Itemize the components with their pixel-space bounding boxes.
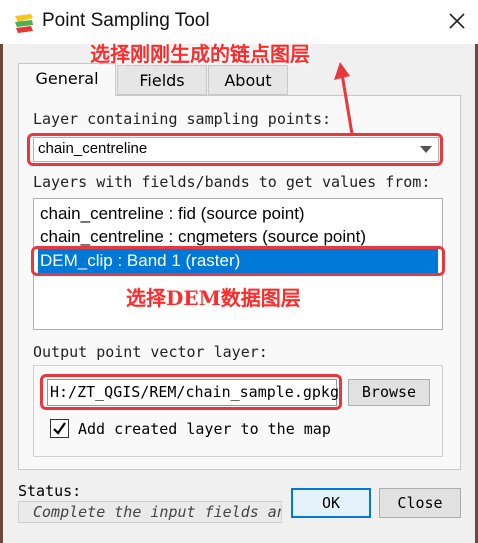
window-edge-left bbox=[0, 44, 3, 543]
annotation-top-note: 选择刚刚生成的链点图层 bbox=[90, 42, 310, 66]
ok-button[interactable]: OK bbox=[291, 488, 371, 518]
status-field: Complete the input fields and bbox=[18, 501, 282, 523]
status-text: Complete the input fields and bbox=[33, 503, 282, 521]
sampling-layer-label: Layer containing sampling points: bbox=[33, 110, 332, 128]
add-layer-label: Add created layer to the map bbox=[78, 420, 331, 438]
window-title: Point Sampling Tool bbox=[42, 10, 210, 31]
output-label: Output point vector layer: bbox=[33, 343, 268, 361]
highlight-sampling-layer bbox=[27, 133, 443, 166]
highlight-output-path bbox=[40, 374, 342, 410]
status-label: Status: bbox=[18, 482, 82, 500]
browse-button[interactable]: Browse bbox=[348, 379, 430, 406]
highlight-dem-layer bbox=[31, 246, 445, 276]
tab-fields[interactable]: Fields bbox=[117, 65, 207, 95]
tab-about[interactable]: About bbox=[208, 65, 288, 95]
annotation-arrow-icon bbox=[334, 62, 354, 135]
add-layer-checkbox[interactable] bbox=[50, 419, 69, 438]
annotation-middle-note: 选择DEM数据图层 bbox=[126, 286, 301, 310]
qgis-icon bbox=[15, 14, 33, 33]
list-item[interactable]: chain_centreline : fid (source point) bbox=[38, 202, 438, 226]
close-icon[interactable] bbox=[446, 10, 468, 32]
close-button[interactable]: Close bbox=[379, 488, 461, 518]
tab-general[interactable]: General bbox=[18, 63, 116, 96]
checkmark-icon bbox=[53, 422, 66, 435]
layers-label: Layers with fields/bands to get values f… bbox=[33, 173, 431, 191]
